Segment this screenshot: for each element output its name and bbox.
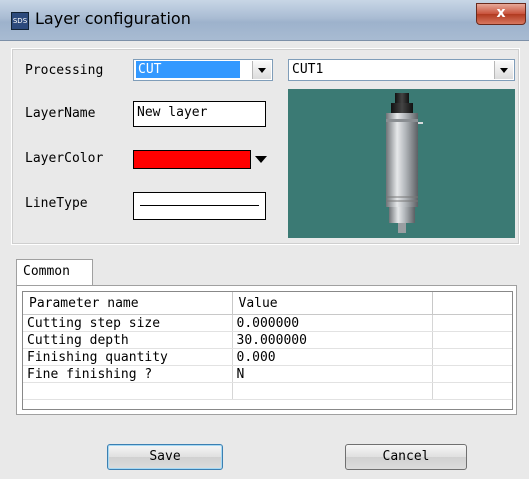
save-button[interactable]: Save xyxy=(107,444,223,470)
parameter-grid[interactable]: Parameter name Value Cutting step size 0… xyxy=(22,291,513,410)
tab-common[interactable]: Common xyxy=(16,259,93,286)
tool-preview-image xyxy=(288,89,515,238)
parameter-name-cell: Finishing quantity xyxy=(23,348,233,366)
blank-cell xyxy=(432,314,512,332)
tool-select-value: CUT1 xyxy=(292,62,324,77)
table-row-empty xyxy=(23,382,512,400)
tool-select[interactable]: CUT1 xyxy=(288,59,515,81)
table-row[interactable]: Fine finishing ? N xyxy=(23,365,512,383)
parameter-name-cell: Fine finishing ? xyxy=(23,365,233,383)
empty-cell xyxy=(23,382,233,400)
close-button[interactable]: x xyxy=(476,3,526,25)
layercolor-label: LayerColor xyxy=(25,151,104,166)
layercolor-swatch[interactable] xyxy=(133,150,251,169)
app-logo-icon: SDS xyxy=(11,12,29,30)
cancel-button[interactable]: Cancel xyxy=(345,444,467,470)
title-bar[interactable]: SDS Layer configuration x xyxy=(0,0,529,41)
parameter-name-cell: Cutting step size xyxy=(23,314,233,332)
parameter-table: Parameter name Value Cutting step size 0… xyxy=(23,292,512,400)
parameter-value-cell[interactable]: N xyxy=(232,365,433,383)
parameter-value-cell[interactable]: 30.000000 xyxy=(232,331,433,349)
layername-input[interactable]: New layer xyxy=(133,101,266,127)
processing-select-value: CUT xyxy=(136,61,240,78)
parameter-name-cell: Cutting depth xyxy=(23,331,233,349)
blank-cell xyxy=(432,348,512,366)
processing-select[interactable]: CUT xyxy=(133,59,273,81)
column-header-value[interactable]: Value xyxy=(232,292,433,315)
blank-cell xyxy=(432,365,512,383)
table-header-row: Parameter name Value xyxy=(23,292,512,315)
layername-label: LayerName xyxy=(25,106,96,121)
column-header-blank xyxy=(432,292,512,315)
parameter-value-cell[interactable]: 0.000 xyxy=(232,348,433,366)
window-title: Layer configuration xyxy=(35,9,191,28)
table-row[interactable]: Cutting depth 30.000000 xyxy=(23,331,512,349)
table-row[interactable]: Cutting step size 0.000000 xyxy=(23,314,512,332)
column-header-parameter-name[interactable]: Parameter name xyxy=(23,292,233,315)
layercolor-dropdown-icon[interactable] xyxy=(255,156,267,163)
parameter-value-cell[interactable]: 0.000000 xyxy=(232,314,433,332)
line-sample xyxy=(140,205,259,206)
empty-cell xyxy=(232,382,433,400)
linetype-label: LineType xyxy=(25,196,88,211)
cutting-tool-icon xyxy=(386,93,423,233)
empty-cell xyxy=(432,382,512,400)
blank-cell xyxy=(432,331,512,349)
chevron-down-icon[interactable] xyxy=(494,61,513,79)
table-row[interactable]: Finishing quantity 0.000 xyxy=(23,348,512,366)
linetype-selector[interactable] xyxy=(133,192,266,220)
chevron-down-icon[interactable] xyxy=(252,61,271,79)
processing-label: Processing xyxy=(25,63,104,78)
